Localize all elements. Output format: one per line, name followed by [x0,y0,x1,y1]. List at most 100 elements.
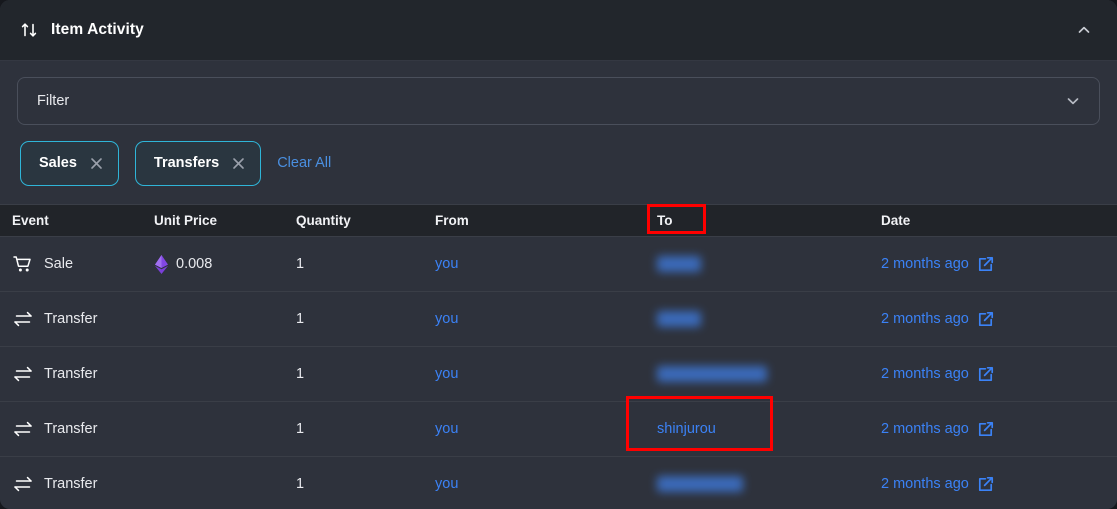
from-link[interactable]: you [435,311,458,327]
chevron-down-icon[interactable] [1065,93,1081,109]
cell-to [654,255,878,273]
cell-to [654,365,878,383]
cell-date: 2 months ago [878,256,1097,272]
clear-all-button[interactable]: Clear All [277,155,331,171]
event-value: Sale [12,254,151,274]
column-header-quantity[interactable]: Quantity [293,213,432,228]
cell-event: Transfer [0,309,151,329]
event-label: Transfer [44,421,98,437]
cell-event: Transfer [0,364,151,384]
event-value: Transfer [12,419,151,439]
external-link-icon[interactable] [978,421,994,437]
date-link[interactable]: 2 months ago [881,311,1097,327]
cell-date: 2 months ago [878,421,1097,437]
column-header-unit-price[interactable]: Unit Price [151,213,293,228]
to-link-redacted[interactable] [657,475,743,492]
date-label: 2 months ago [881,366,969,382]
quantity-value: 1 [296,476,305,492]
unit-price-amount: 0.008 [176,256,213,272]
from-link[interactable]: you [435,476,458,492]
event-label: Transfer [44,476,98,492]
transfer-arrows-icon [12,474,33,494]
from-link[interactable]: you [435,256,458,272]
event-value: Transfer [12,309,151,329]
quantity-value: 1 [296,256,305,272]
cell-event: Transfer [0,474,151,494]
table-row[interactable]: Transfer 1 you shinjurou 2 months ago [0,402,1117,457]
to-link-redacted[interactable] [657,365,767,382]
external-link-icon[interactable] [978,476,994,492]
date-link[interactable]: 2 months ago [881,366,1097,382]
shopping-cart-icon [12,254,33,274]
external-link-icon[interactable] [978,366,994,382]
date-label: 2 months ago [881,421,969,437]
date-link[interactable]: 2 months ago [881,421,1097,437]
close-x-icon[interactable] [231,156,246,171]
cell-quantity: 1 [293,475,432,493]
transfer-arrows-icon [12,419,33,439]
page-title: Item Activity [51,21,144,38]
cell-date: 2 months ago [878,311,1097,327]
cell-to: shinjurou [654,420,878,438]
date-label: 2 months ago [881,256,969,272]
cell-from: you [432,310,654,328]
to-link-redacted[interactable] [657,310,701,327]
cell-quantity: 1 [293,310,432,328]
from-link[interactable]: you [435,366,458,382]
table-row[interactable]: Transfer 1 you 2 months ago [0,347,1117,402]
date-link[interactable]: 2 months ago [881,256,1097,272]
ethereum-icon [154,254,168,274]
cell-to [654,475,878,493]
quantity-value: 1 [296,366,305,382]
cell-quantity: 1 [293,420,432,438]
cell-quantity: 1 [293,255,432,273]
date-label: 2 months ago [881,476,969,492]
cell-from: you [432,255,654,273]
cell-from: you [432,420,654,438]
item-activity-panel: Item Activity Filter Sales Transfers Cle… [0,0,1117,509]
table-header-row: Event Unit Price Quantity From To Date [0,204,1117,237]
external-link-icon[interactable] [978,311,994,327]
event-label: Transfer [44,311,98,327]
cell-from: you [432,365,654,383]
column-header-to[interactable]: To [654,213,878,228]
filter-chip-transfers[interactable]: Transfers [134,140,262,186]
cell-unit-price: 0.008 [151,254,293,274]
panel-header: Item Activity [0,0,1117,61]
event-value: Transfer [12,474,151,494]
filter-chip-sales[interactable]: Sales [20,140,119,186]
activity-table: Event Unit Price Quantity From To Date S… [0,204,1117,509]
column-header-event[interactable]: Event [0,213,151,228]
cell-from: you [432,475,654,493]
chevron-up-icon[interactable] [1071,17,1097,43]
cell-date: 2 months ago [878,476,1097,492]
transfer-arrows-icon [12,309,33,329]
transfer-arrows-icon [18,19,40,41]
to-link-redacted[interactable] [657,255,701,272]
from-link[interactable]: you [435,421,458,437]
quantity-value: 1 [296,311,305,327]
cell-quantity: 1 [293,365,432,383]
date-link[interactable]: 2 months ago [881,476,1097,492]
to-link[interactable]: shinjurou [657,421,716,437]
table-row[interactable]: Transfer 1 you 2 months ago [0,457,1117,509]
event-value: Transfer [12,364,151,384]
filter-dropdown[interactable]: Filter [17,77,1100,125]
filter-dropdown-label: Filter [37,93,70,109]
table-row[interactable]: Transfer 1 you 2 months ago [0,292,1117,347]
column-header-from[interactable]: From [432,213,654,228]
table-row[interactable]: Sale 0.008 1 you 2 months ago [0,237,1117,292]
transfer-arrows-icon [12,364,33,384]
active-filter-chips: Sales Transfers Clear All [17,140,1100,186]
cell-event: Sale [0,254,151,274]
close-x-icon[interactable] [89,156,104,171]
event-label: Transfer [44,366,98,382]
filter-chip-label: Sales [39,155,77,171]
filter-chip-label: Transfers [153,155,220,171]
quantity-value: 1 [296,421,305,437]
column-header-date[interactable]: Date [878,213,1097,228]
cell-to [654,310,878,328]
external-link-icon[interactable] [978,256,994,272]
cell-date: 2 months ago [878,366,1097,382]
unit-price-value: 0.008 [154,254,293,274]
